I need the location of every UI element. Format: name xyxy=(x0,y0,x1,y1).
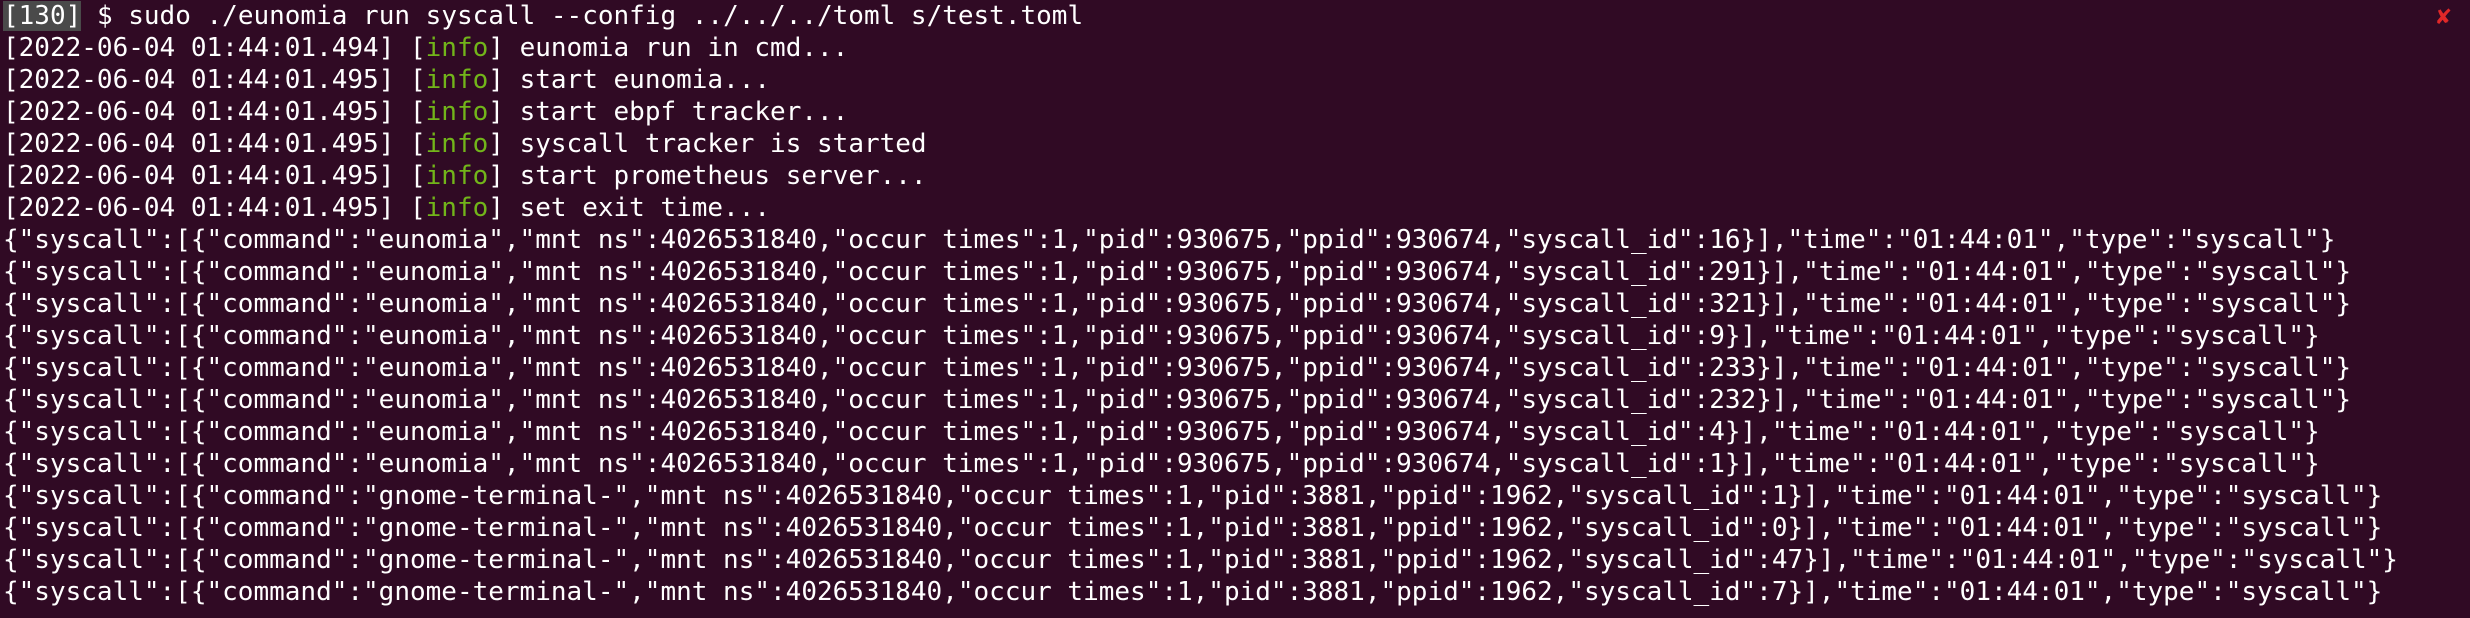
log-bracket: ] [ xyxy=(378,97,426,127)
log-level: info xyxy=(425,33,489,63)
log-line: [2022-06-04 01:44:01.495] [info] set exi… xyxy=(3,192,2470,224)
log-bracket: [ xyxy=(3,65,19,95)
json-output-line: {"syscall":[{"command":"eunomia","mnt ns… xyxy=(3,257,2351,287)
log-bracket: [ xyxy=(3,33,19,63)
json-output-line: {"syscall":[{"command":"eunomia","mnt ns… xyxy=(3,289,2351,319)
log-bracket: ] [ xyxy=(378,129,426,159)
log-bracket: [ xyxy=(3,129,19,159)
log-timestamp: 2022-06-04 01:44:01.495 xyxy=(18,161,379,191)
log-line: [2022-06-04 01:44:01.495] [info] start p… xyxy=(3,160,2470,192)
log-timestamp: 2022-06-04 01:44:01.495 xyxy=(18,65,379,95)
json-output-line: {"syscall":[{"command":"eunomia","mnt ns… xyxy=(3,321,2320,351)
log-bracket: ] [ xyxy=(378,65,426,95)
log-level: info xyxy=(425,161,489,191)
exit-code-bracket-close: ] xyxy=(65,1,82,31)
error-exit-icon: ✘ xyxy=(2436,2,2451,30)
log-line: [2022-06-04 01:44:01.494] [info] eunomia… xyxy=(3,32,2470,64)
log-timestamp: 2022-06-04 01:44:01.495 xyxy=(18,129,379,159)
log-bracket: ] xyxy=(488,161,520,191)
log-line: [2022-06-04 01:44:01.495] [info] start e… xyxy=(3,96,2470,128)
json-output-line: {"syscall":[{"command":"eunomia","mnt ns… xyxy=(3,353,2351,383)
log-bracket: ] xyxy=(488,33,520,63)
log-lines: [2022-06-04 01:44:01.494] [info] eunomia… xyxy=(3,32,2470,224)
log-bracket: [ xyxy=(3,193,19,223)
json-output-line: {"syscall":[{"command":"eunomia","mnt ns… xyxy=(3,225,2336,255)
log-line: [2022-06-04 01:44:01.495] [info] syscall… xyxy=(3,128,2470,160)
log-message: start prometheus server... xyxy=(519,161,927,191)
log-timestamp: 2022-06-04 01:44:01.495 xyxy=(18,97,379,127)
log-bracket: [ xyxy=(3,97,19,127)
terminal-output[interactable]: [130] $ sudo ./eunomia run syscall --con… xyxy=(3,0,2470,608)
log-message: set exit time... xyxy=(519,193,771,223)
json-output-line: {"syscall":[{"command":"gnome-terminal-"… xyxy=(3,577,2383,607)
log-bracket: [ xyxy=(3,161,19,191)
log-bracket: ] [ xyxy=(378,33,426,63)
log-bracket: ] [ xyxy=(378,161,426,191)
log-level: info xyxy=(425,129,489,159)
log-level: info xyxy=(425,193,489,223)
json-output-line: {"syscall":[{"command":"eunomia","mnt ns… xyxy=(3,449,2320,479)
json-output-line: {"syscall":[{"command":"eunomia","mnt ns… xyxy=(3,417,2320,447)
json-output-line: {"syscall":[{"command":"gnome-terminal-"… xyxy=(3,513,2383,543)
json-output-line: {"syscall":[{"command":"gnome-terminal-"… xyxy=(3,481,2383,511)
exit-code-bracket-open: [ xyxy=(3,1,19,31)
log-level: info xyxy=(425,65,489,95)
json-output-lines: {"syscall":[{"command":"eunomia","mnt ns… xyxy=(3,224,2470,608)
log-timestamp: 2022-06-04 01:44:01.494 xyxy=(18,33,379,63)
log-bracket: ] xyxy=(488,129,520,159)
prompt-symbol: $ xyxy=(96,1,113,31)
log-message: syscall tracker is started xyxy=(519,129,927,159)
log-line: [2022-06-04 01:44:01.495] [info] start e… xyxy=(3,64,2470,96)
log-bracket: ] xyxy=(488,193,520,223)
exit-code: 130 xyxy=(18,1,66,31)
log-message: start ebpf tracker... xyxy=(519,97,849,127)
log-timestamp: 2022-06-04 01:44:01.495 xyxy=(18,193,379,223)
prompt-line: [130] $ sudo ./eunomia run syscall --con… xyxy=(3,0,2470,32)
log-message: start eunomia... xyxy=(519,65,771,95)
json-output-line: {"syscall":[{"command":"gnome-terminal-"… xyxy=(3,545,2398,575)
json-output-line: {"syscall":[{"command":"eunomia","mnt ns… xyxy=(3,385,2351,415)
log-bracket: ] xyxy=(488,65,520,95)
log-bracket: ] xyxy=(488,97,520,127)
log-message: eunomia run in cmd... xyxy=(519,33,849,63)
command-text: sudo ./eunomia run syscall --config ../.… xyxy=(128,1,1084,31)
terminal-window[interactable]: [130] $ sudo ./eunomia run syscall --con… xyxy=(0,0,2470,618)
log-bracket: ] [ xyxy=(378,193,426,223)
log-level: info xyxy=(425,97,489,127)
